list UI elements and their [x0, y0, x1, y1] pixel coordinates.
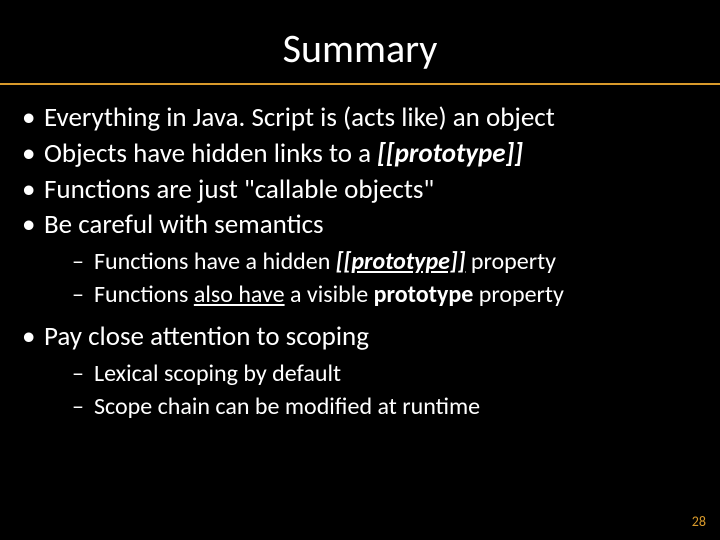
- bullet-text-part: Functions have a hidden: [94, 247, 336, 276]
- bullet-list: Everything in Java. Script is (acts like…: [20, 101, 700, 423]
- bullet-text-part: Objects have hidden links to a: [44, 137, 377, 170]
- list-item: Functions also have a visible prototype …: [72, 279, 700, 310]
- bullet-text: Everything in Java. Script is (acts like…: [44, 101, 555, 134]
- bullet-text-part: prototype: [374, 280, 474, 309]
- slide-title: Summary: [283, 24, 438, 73]
- list-item: Lexical scoping by default: [72, 358, 700, 389]
- bullet-text-part: a visible: [285, 280, 374, 309]
- bullet-text-part: property: [465, 247, 556, 276]
- sub-bullet-list: Functions have a hidden [[prototype]] pr…: [44, 246, 700, 310]
- list-item: Functions have a hidden [[prototype]] pr…: [72, 246, 700, 277]
- bullet-text-part: property: [473, 280, 564, 309]
- list-item: Objects have hidden links to a [[prototy…: [20, 137, 700, 171]
- sub-bullet-list: Lexical scoping by default Scope chain c…: [44, 358, 700, 422]
- slide-content: Everything in Java. Script is (acts like…: [0, 85, 720, 423]
- bullet-text-part: [[prototype]]: [336, 247, 466, 276]
- bullet-text-part: Functions: [94, 280, 194, 309]
- list-item: Everything in Java. Script is (acts like…: [20, 101, 700, 135]
- list-item: Pay close attention to scoping Lexical s…: [20, 320, 700, 422]
- list-item: Be careful with semantics Functions have…: [20, 208, 700, 310]
- title-wrap: Summary: [0, 0, 720, 73]
- bullet-text-part: Lexical scoping by default: [94, 359, 341, 388]
- slide: Summary Everything in Java. Script is (a…: [0, 0, 720, 540]
- bullet-text: Pay close attention to scoping: [44, 320, 369, 353]
- bullet-text-part: [[prototype]]: [377, 137, 523, 170]
- page-number: 28: [692, 513, 706, 530]
- list-item: Functions are just "callable objects": [20, 173, 700, 207]
- list-item: Scope chain can be modified at runtime: [72, 391, 700, 422]
- bullet-text-part: Scope chain can be modified at runtime: [94, 392, 480, 421]
- bullet-text: Functions are just "callable objects": [44, 173, 434, 206]
- bullet-text-part: also have: [194, 280, 285, 309]
- bullet-text: Be careful with semantics: [44, 208, 324, 241]
